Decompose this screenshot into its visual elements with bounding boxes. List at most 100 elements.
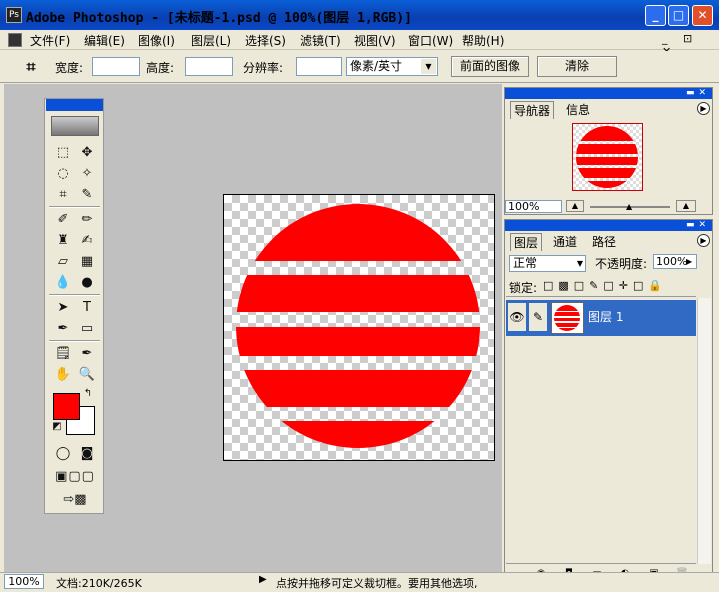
menu-file[interactable]: 文件(F)	[30, 32, 70, 49]
blur-tool-icon[interactable]: 💧	[52, 273, 74, 293]
zoom-in-icon[interactable]: ▲	[676, 200, 696, 212]
menu-select[interactable]: 选择(S)	[245, 32, 286, 49]
navigator-thumbnail[interactable]	[572, 123, 643, 191]
opacity-label: 不透明度:	[595, 257, 648, 271]
layers-divider	[506, 296, 696, 297]
toolbox-title-bar[interactable]	[46, 99, 103, 111]
menu-view[interactable]: 视图(V)	[354, 32, 396, 49]
jump-to-imageready-icon[interactable]: ⇨▩	[52, 490, 98, 510]
lock-options-icons[interactable]: □▩□✎□✛□🔒	[543, 279, 667, 292]
menu-filter[interactable]: 滤镜(T)	[300, 32, 341, 49]
unit-value: 像素/英寸	[350, 59, 403, 73]
menu-layer[interactable]: 图层(L)	[191, 32, 231, 49]
eraser-tool-icon[interactable]: ▱	[52, 252, 74, 272]
navigator-zoom-input[interactable]: 100%	[505, 200, 562, 213]
brush-tool-icon[interactable]: ✏	[76, 210, 98, 230]
magic-wand-tool-icon[interactable]: ✧	[76, 164, 98, 184]
lock-label: 锁定:	[509, 281, 538, 295]
front-image-button[interactable]: 前面的图像	[451, 56, 529, 77]
menu-window[interactable]: 窗口(W)	[408, 32, 453, 49]
marquee-tool-icon[interactable]: ⬚	[52, 143, 74, 163]
clone-stamp-tool-icon[interactable]: ♜	[52, 231, 74, 251]
hand-tool-icon[interactable]: ✋	[52, 365, 74, 385]
menu-image[interactable]: 图像(I)	[138, 32, 175, 49]
layers-bottom-divider	[506, 563, 696, 564]
layers-scrollbar[interactable]	[697, 298, 711, 564]
move-tool-icon[interactable]: ✥	[76, 143, 98, 163]
maximize-button[interactable]: □	[668, 5, 689, 26]
adobe-online-icon[interactable]	[51, 116, 99, 136]
eyedropper-tool-icon[interactable]: ✒	[76, 344, 98, 364]
panel-min-close-icons[interactable]: ▬✕	[686, 88, 710, 98]
tab-navigator[interactable]: 导航器	[510, 101, 555, 119]
height-label: 高度:	[146, 61, 175, 75]
gradient-tool-icon[interactable]: ▦	[76, 252, 98, 272]
zoom-out-icon[interactable]: ▲	[566, 200, 584, 212]
document-icon[interactable]	[8, 33, 22, 47]
tab-info[interactable]: 信息	[566, 101, 590, 118]
zoom-tool-icon[interactable]: 🔍	[76, 365, 98, 385]
healing-brush-tool-icon[interactable]: ✐	[52, 210, 74, 230]
slice-tool-icon[interactable]: ✎	[76, 185, 98, 205]
crop-tool-icon[interactable]: ⌗	[52, 185, 74, 205]
menu-help[interactable]: 帮助(H)	[462, 32, 504, 49]
clear-button[interactable]: 清除	[537, 56, 617, 77]
resolution-unit-select[interactable]: 像素/英寸 ▼	[346, 57, 438, 76]
dodge-tool-icon[interactable]: ●	[76, 273, 98, 293]
layers-panel	[504, 219, 713, 585]
red-striped-circle-artwork	[236, 204, 480, 448]
status-zoom-input[interactable]: 100%	[4, 574, 44, 589]
panel-menu-arrow-icon[interactable]: ▶	[697, 234, 710, 247]
navigator-title-bar[interactable]	[505, 88, 712, 99]
height-input[interactable]	[185, 57, 233, 76]
layers-title-bar[interactable]	[505, 220, 712, 231]
status-menu-arrow-icon[interactable]: ▶	[259, 574, 267, 585]
toolbox-divider	[49, 206, 100, 208]
layer-thumbnail-preview	[554, 305, 580, 331]
tab-layers[interactable]: 图层	[510, 233, 543, 251]
opacity-arrow-icon[interactable]: ▶	[686, 257, 692, 266]
photoshop-icon[interactable]: Ps	[6, 7, 22, 23]
tab-channels[interactable]: 通道	[553, 233, 577, 250]
chevron-down-icon: ▼	[576, 259, 583, 268]
document-size-info: 文档:210K/265K	[56, 577, 142, 590]
foreground-color-swatch[interactable]	[53, 393, 80, 420]
status-hint-text: 点按并拖移可定义裁切框。要用其他选项,	[276, 577, 478, 590]
screen-mode-icons[interactable]: ▣▢▢	[50, 467, 100, 487]
toolbox-divider	[49, 340, 100, 342]
shape-tool-icon[interactable]: ▭	[76, 319, 98, 339]
close-button[interactable]: ✕	[692, 5, 713, 26]
default-colors-icon[interactable]: ◩	[51, 421, 63, 433]
blend-mode-select[interactable]: 正常 ▼	[509, 255, 586, 272]
crop-icon[interactable]: ⌗	[20, 57, 42, 77]
layer-name[interactable]: 图层 1	[588, 308, 623, 325]
minimize-button[interactable]: _	[645, 5, 666, 26]
width-input[interactable]	[92, 57, 140, 76]
notes-tool-icon[interactable]: 🗒	[52, 344, 74, 364]
brush-link-icon[interactable]: ✎	[529, 303, 547, 331]
zoom-slider-thumb[interactable]: ▲	[626, 202, 632, 211]
panel-menu-arrow-icon[interactable]: ▶	[697, 102, 710, 115]
pen-tool-icon[interactable]: ✒	[52, 319, 74, 339]
history-brush-tool-icon[interactable]: ✍	[76, 231, 98, 251]
tab-paths[interactable]: 路径	[592, 233, 616, 250]
window-title: Adobe Photoshop - [未标题-1.psd @ 100%(图层 1…	[26, 11, 412, 26]
eye-icon[interactable]: 👁	[508, 303, 526, 331]
type-tool-icon[interactable]: T	[76, 298, 98, 318]
resolution-label: 分辨率:	[243, 61, 284, 75]
resolution-input[interactable]	[296, 57, 342, 76]
standard-mode-icon[interactable]: ◯	[52, 444, 74, 464]
swap-colors-icon[interactable]: ↰	[81, 387, 95, 401]
width-label: 宽度:	[55, 61, 84, 75]
navigator-preview	[576, 126, 638, 188]
path-selection-tool-icon[interactable]: ➤	[52, 298, 74, 318]
menu-edit[interactable]: 编辑(E)	[84, 32, 125, 49]
lasso-tool-icon[interactable]: ◌	[52, 164, 74, 184]
chevron-down-icon: ▼	[421, 59, 436, 74]
layer-thumbnail	[551, 302, 584, 334]
blend-mode-value: 正常	[513, 256, 538, 270]
quick-mask-mode-icon[interactable]: ◙	[76, 444, 98, 464]
toolbox-divider	[49, 294, 100, 296]
panel-min-close-icons[interactable]: ▬✕	[686, 220, 710, 230]
document-canvas[interactable]	[223, 194, 495, 461]
